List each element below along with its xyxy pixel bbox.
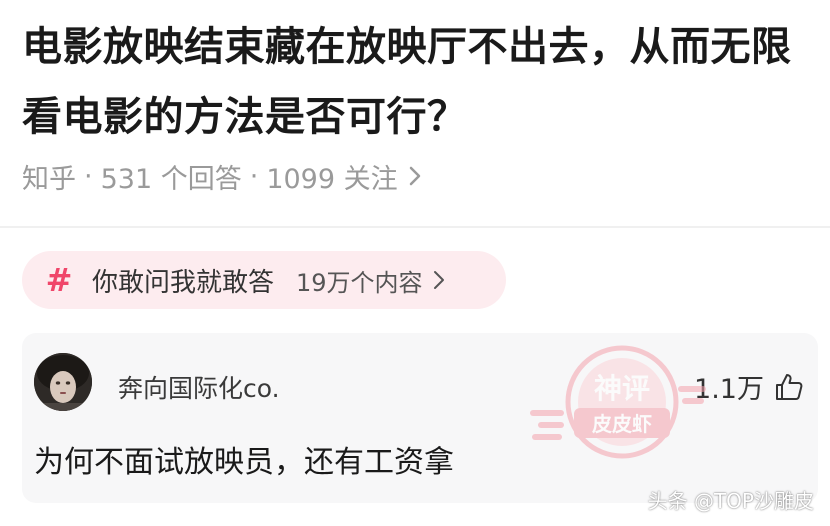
answer-page: 电影放映结束藏在放映厅不出去，从而无限看电影的方法是否可行？ 知乎 · 531 … [0,0,830,526]
featured-comment-stamp: 神评 皮皮虾 [530,345,706,459]
chevron-right-icon [433,271,444,289]
avatar[interactable] [34,353,92,411]
topic-content-count: 19万个内容 [296,268,423,297]
answer-count: 531 个回答 [100,163,242,195]
meta-separator: · [249,160,259,192]
like-button[interactable]: 1.1万 [694,367,804,406]
section-divider [0,226,830,228]
stamp-line1: 神评 [594,372,650,405]
topic-chip[interactable]: # 你敢问我就敢答 19万个内容 [22,251,506,309]
hash-icon: # [45,261,73,299]
comment-text: 为何不面试放映员，还有工资拿 [34,445,454,480]
topic-name: 你敢问我就敢答 [92,267,275,298]
question-title[interactable]: 电影放映结束藏在放映厅不出去，从而无限看电影的方法是否可行？ [22,12,812,152]
stamp-line2: 皮皮虾 [592,412,652,436]
comment-username[interactable]: 奔向国际化co. [118,369,280,405]
follower-count: 1099 关注 [266,163,398,195]
source-label: 知乎 [22,163,76,195]
watermark: 头条 @TOP沙雕皮 [647,489,814,513]
chevron-right-icon [409,166,420,186]
avatar-image [34,353,92,411]
thumbs-up-icon [776,373,803,400]
question-meta[interactable]: 知乎 · 531 个回答 · 1099 关注 [22,156,422,196]
meta-separator: · [84,160,93,192]
